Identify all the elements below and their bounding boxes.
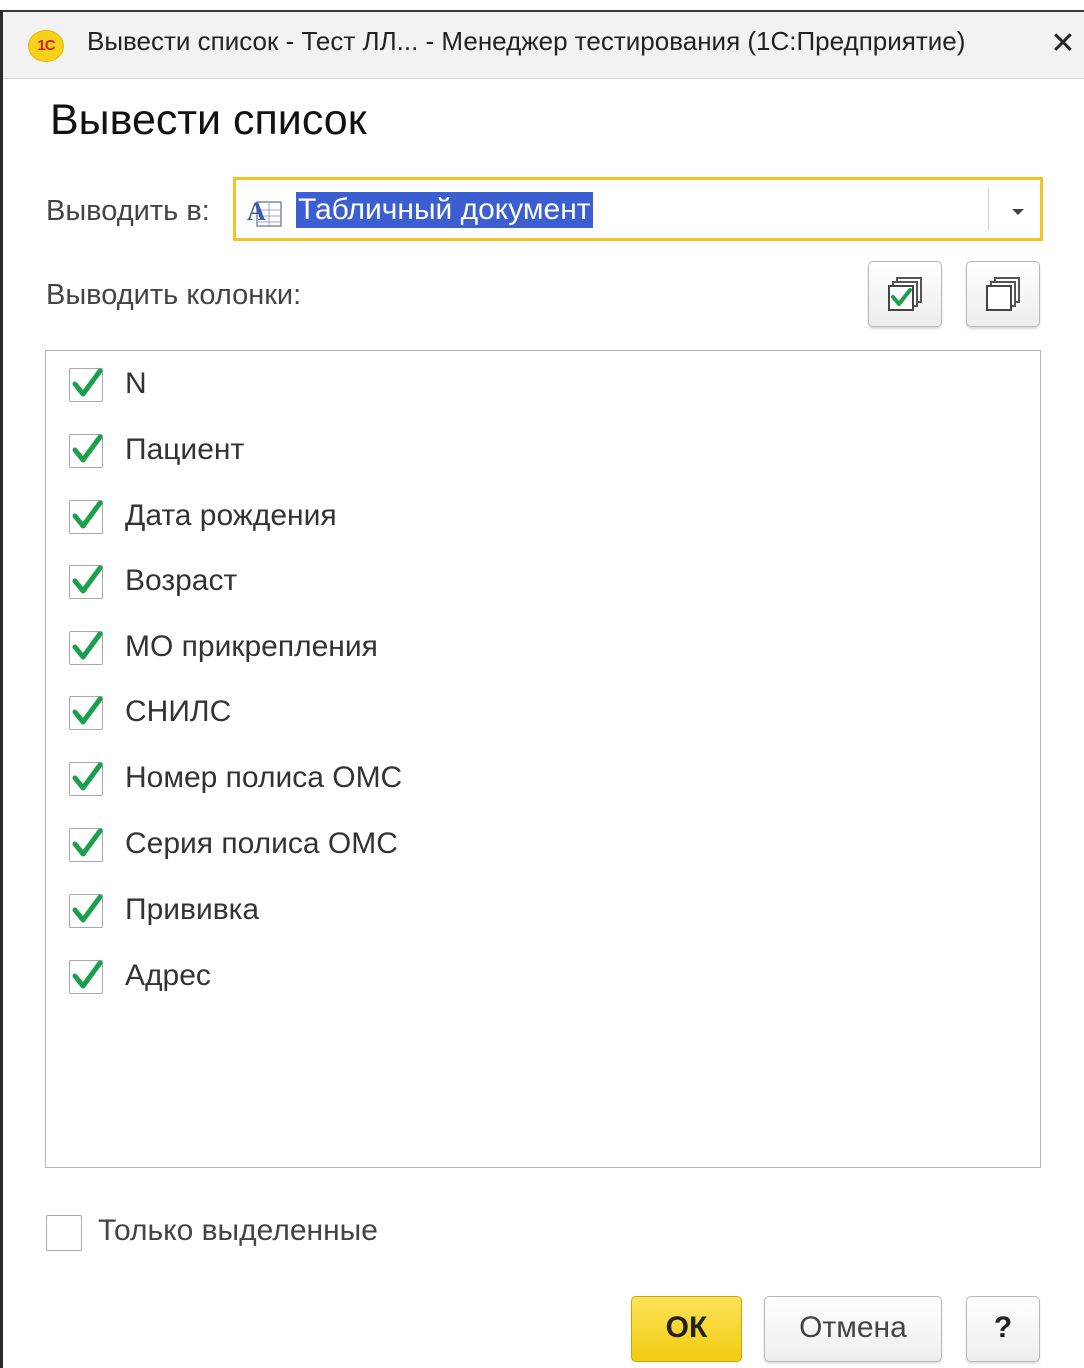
check-icon: [72, 434, 103, 463]
ok-button[interactable]: ОК: [631, 1296, 742, 1362]
column-item-snils[interactable]: СНИЛС: [69, 695, 969, 740]
column-label: Серия полиса ОМС: [125, 827, 398, 860]
column-checkbox[interactable]: [69, 828, 103, 862]
spreadsheet-document-icon: A: [247, 197, 282, 227]
column-label: Номер полиса ОМС: [125, 761, 403, 794]
column-item-address[interactable]: Адрес: [69, 959, 969, 1004]
output-columns-label: Выводить колонки:: [46, 279, 302, 311]
close-button[interactable]: ✕: [1043, 24, 1083, 64]
only-selected-checkbox[interactable]: [46, 1215, 82, 1251]
column-label: Пациент: [125, 433, 245, 466]
column-checkbox[interactable]: [69, 960, 103, 994]
check-icon: [72, 960, 103, 989]
column-item-n[interactable]: N: [69, 367, 969, 412]
column-item-oms-number[interactable]: Номер полиса ОМС: [69, 761, 969, 806]
select-separator: [988, 188, 989, 230]
column-checkbox[interactable]: [69, 696, 103, 730]
column-item-mo-attachment[interactable]: МО прикрепления: [69, 630, 969, 675]
column-label: Адрес: [125, 959, 211, 992]
help-button[interactable]: ?: [966, 1296, 1040, 1362]
check-all-icon: [888, 277, 922, 311]
only-selected-option[interactable]: Только выделенные: [46, 1214, 546, 1254]
dialog-window: 1С Вывести список - Тест ЛЛ... - Менедже…: [0, 0, 1084, 1368]
check-icon: [72, 762, 103, 791]
column-label: Дата рождения: [125, 499, 337, 532]
column-item-vaccination[interactable]: Прививка: [69, 893, 969, 938]
output-to-select[interactable]: A Табличный документ: [233, 177, 1043, 241]
check-icon: [72, 565, 103, 594]
window-title: Вывести список - Тест ЛЛ... - Менеджер т…: [87, 26, 966, 56]
column-checkbox[interactable]: [69, 434, 103, 468]
check-icon: [72, 500, 103, 529]
column-checkbox[interactable]: [69, 894, 103, 928]
column-item-patient[interactable]: Пациент: [69, 433, 969, 478]
column-checkbox[interactable]: [69, 500, 103, 534]
only-selected-label: Только выделенные: [98, 1214, 378, 1247]
check-icon: [72, 696, 103, 725]
chevron-down-icon[interactable]: [998, 194, 1038, 226]
window-left-border: [0, 10, 3, 1368]
check-icon: [72, 828, 103, 857]
check-icon: [72, 631, 103, 660]
uncheck-all-icon: [986, 277, 1020, 311]
output-to-value[interactable]: Табличный документ: [296, 192, 593, 228]
column-checkbox[interactable]: [69, 762, 103, 796]
form-title: Вывести список: [50, 96, 367, 144]
column-label: N: [125, 367, 147, 400]
svg-text:A: A: [247, 197, 266, 226]
title-bar: 1С Вывести список - Тест ЛЛ... - Менедже…: [3, 12, 1084, 79]
cancel-button[interactable]: Отмена: [764, 1296, 942, 1362]
check-icon: [72, 894, 103, 923]
check-icon: [72, 368, 103, 397]
column-label: Возраст: [125, 564, 238, 597]
check-all-button[interactable]: [868, 261, 942, 327]
column-label: СНИЛС: [125, 695, 232, 728]
column-label: МО прикрепления: [125, 630, 378, 663]
column-checkbox[interactable]: [69, 368, 103, 402]
column-checkbox[interactable]: [69, 565, 103, 599]
app-logo-icon: 1С: [28, 30, 64, 62]
column-checkbox[interactable]: [69, 631, 103, 665]
output-to-label: Выводить в:: [46, 195, 210, 227]
columns-list: N Пациент Дата рождения Возраст МО прикр…: [45, 350, 1041, 1168]
column-label: Прививка: [125, 893, 260, 926]
uncheck-all-button[interactable]: [966, 261, 1040, 327]
column-item-oms-series[interactable]: Серия полиса ОМС: [69, 827, 969, 872]
column-item-age[interactable]: Возраст: [69, 564, 969, 609]
column-item-birth-date[interactable]: Дата рождения: [69, 499, 969, 544]
